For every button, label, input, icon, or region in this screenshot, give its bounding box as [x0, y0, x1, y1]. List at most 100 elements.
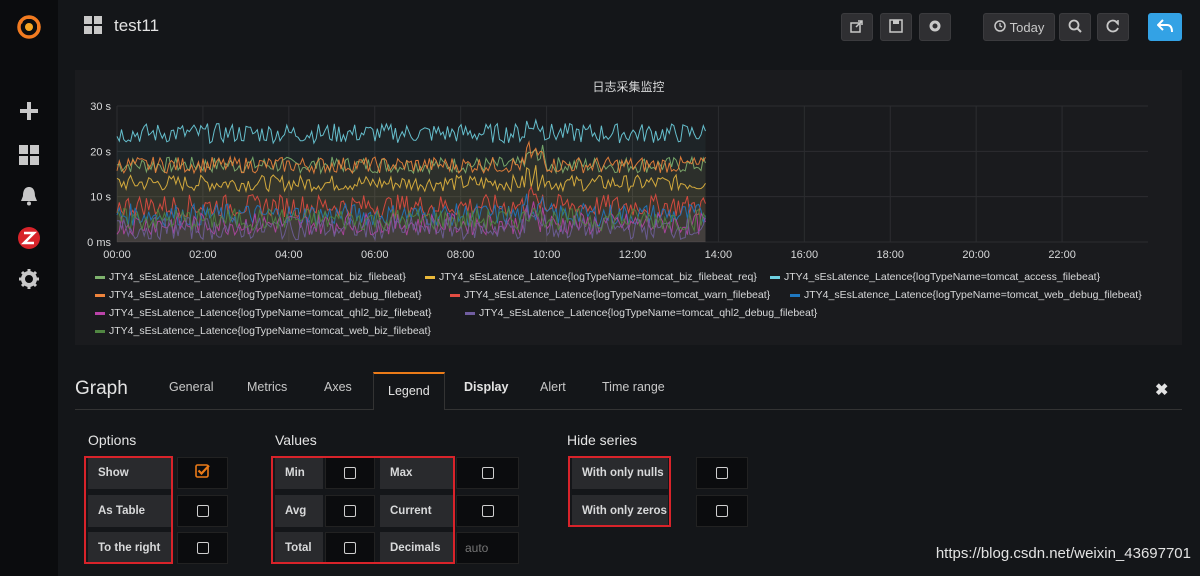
tab-alert[interactable]: Alert	[540, 380, 566, 394]
to-the-right-checkbox[interactable]	[177, 532, 228, 564]
tab-time-range[interactable]: Time range	[602, 380, 665, 394]
sidebar	[0, 0, 58, 576]
save-icon	[889, 18, 903, 36]
share-icon	[850, 19, 864, 36]
legend-item[interactable]: JTY4_sEsLatence_Latence{logTypeName=tomc…	[790, 286, 1142, 304]
zoom-out-button[interactable]	[1059, 13, 1091, 41]
with-only-zeros-checkbox[interactable]	[696, 495, 748, 527]
legend-swatch	[790, 293, 800, 297]
tabs-divider	[75, 409, 1182, 410]
checked-icon	[194, 463, 211, 484]
legend-label: JTY4_sEsLatence_Latence{logTypeName=tomc…	[109, 307, 432, 319]
top-bar: test11 Today	[58, 0, 1200, 52]
legend-item[interactable]: JTY4_sEsLatence_Latence{logTypeName=tomc…	[425, 268, 757, 286]
hide-series-heading: Hide series	[567, 432, 638, 448]
avg-checkbox[interactable]	[325, 495, 375, 527]
max-label: Max	[380, 457, 454, 489]
with-only-zeros-label: With only zeros	[572, 495, 668, 527]
legend-label: JTY4_sEsLatence_Latence{logTypeName=tomc…	[109, 325, 431, 337]
decimals-input[interactable]	[456, 532, 519, 564]
refresh-icon	[1106, 19, 1120, 36]
editor-title: Graph	[75, 378, 128, 399]
to-the-right-label: To the right	[88, 532, 171, 564]
as-table-label: As Table	[88, 495, 171, 527]
dashboard-grid-icon[interactable]	[84, 16, 103, 40]
total-label: Total	[275, 532, 323, 564]
with-only-nulls-checkbox[interactable]	[696, 457, 748, 489]
time-range-label: Today	[1009, 19, 1045, 35]
save-button[interactable]	[880, 13, 912, 41]
panel-editor: Graph General Metrics Axes Legend Displa…	[58, 352, 1200, 576]
x-tick-label: 12:00	[619, 249, 647, 261]
x-tick-label: 22:00	[1048, 249, 1076, 261]
refresh-button[interactable]	[1097, 13, 1129, 41]
values-heading: Values	[275, 432, 317, 448]
legend-swatch	[95, 293, 105, 297]
min-checkbox[interactable]	[325, 457, 375, 489]
legend-label: JTY4_sEsLatence_Latence{logTypeName=tomc…	[784, 271, 1101, 283]
zabbix-icon[interactable]	[0, 224, 58, 252]
current-checkbox[interactable]	[456, 495, 519, 527]
x-tick-label: 00:00	[103, 249, 131, 261]
tab-axes[interactable]: Axes	[324, 380, 352, 394]
graph-panel: 日志采集监控 0 ms 10 s 20 s 30 s 00:00 02:00 04:00 06…	[75, 70, 1182, 345]
legend-item[interactable]: JTY4_sEsLatence_Latence{logTypeName=tomc…	[770, 268, 1100, 286]
back-button[interactable]	[1148, 13, 1182, 41]
gear-icon[interactable]	[0, 266, 58, 292]
legend-swatch	[770, 275, 780, 279]
legend-item[interactable]: JTY4_sEsLatence_Latence{logTypeName=tomc…	[465, 304, 817, 322]
legend-item[interactable]: JTY4_sEsLatence_Latence{logTypeName=tomc…	[95, 304, 432, 322]
x-tick-label: 08:00	[447, 249, 475, 261]
legend-swatch	[425, 275, 435, 279]
undo-arrow-icon	[1156, 18, 1173, 36]
line-chart[interactable]: 0 ms 10 s 20 s 30 s 00:00 02:00 04:00 06:00 08:0…	[75, 70, 1182, 265]
legend-item[interactable]: JTY4_sEsLatence_Latence{logTypeName=tomc…	[95, 286, 422, 304]
legend-label: JTY4_sEsLatence_Latence{logTypeName=tomc…	[804, 289, 1142, 301]
legend-item[interactable]: JTY4_sEsLatence_Latence{logTypeName=tomc…	[95, 322, 431, 340]
legend-swatch	[95, 275, 105, 279]
min-label: Min	[275, 457, 323, 489]
bell-icon[interactable]	[0, 183, 58, 209]
tab-display[interactable]: Display	[464, 380, 508, 394]
settings-button[interactable]	[919, 13, 951, 41]
dashboard-title[interactable]: test11	[114, 16, 159, 36]
watermark-text: https://blog.csdn.net/weixin_43697701	[935, 545, 1191, 562]
x-tick-label: 06:00	[361, 249, 389, 261]
legend-label: JTY4_sEsLatence_Latence{logTypeName=tomc…	[464, 289, 771, 301]
tab-general[interactable]: General	[169, 380, 213, 394]
x-tick-label: 18:00	[876, 249, 904, 261]
decimals-label: Decimals	[380, 532, 454, 564]
legend-swatch	[465, 311, 475, 315]
legend-swatch	[95, 311, 105, 315]
show-label: Show	[88, 457, 171, 489]
as-table-checkbox[interactable]	[177, 495, 228, 527]
x-tick-label: 20:00	[962, 249, 990, 261]
x-tick-label: 10:00	[533, 249, 561, 261]
tab-legend[interactable]: Legend	[373, 372, 445, 410]
dashboards-icon[interactable]	[0, 142, 58, 168]
x-tick-label: 02:00	[189, 249, 217, 261]
y-tick-label: 20 s	[90, 146, 111, 158]
with-only-nulls-label: With only nulls	[572, 457, 668, 489]
show-checkbox[interactable]	[177, 457, 228, 489]
share-button[interactable]	[841, 13, 873, 41]
grafana-logo[interactable]	[0, 10, 58, 44]
plus-icon[interactable]	[0, 98, 58, 124]
legend-item[interactable]: JTY4_sEsLatence_Latence{logTypeName=tomc…	[95, 268, 406, 286]
legend-item[interactable]: JTY4_sEsLatence_Latence{logTypeName=tomc…	[450, 286, 770, 304]
legend-label: JTY4_sEsLatence_Latence{logTypeName=tomc…	[479, 307, 818, 319]
legend-label: JTY4_sEsLatence_Latence{logTypeName=tomc…	[109, 271, 406, 283]
y-tick-label: 0 ms	[87, 237, 111, 249]
options-heading: Options	[88, 432, 137, 448]
current-label: Current	[380, 495, 454, 527]
time-picker-button[interactable]: Today	[983, 13, 1055, 41]
total-checkbox[interactable]	[325, 532, 375, 564]
y-tick-label: 10 s	[90, 192, 111, 204]
max-checkbox[interactable]	[456, 457, 519, 489]
legend-swatch	[95, 329, 105, 333]
tab-metrics[interactable]: Metrics	[247, 380, 287, 394]
legend-label: JTY4_sEsLatence_Latence{logTypeName=tomc…	[109, 289, 422, 301]
x-tick-label: 14:00	[705, 249, 733, 261]
close-icon[interactable]: ✖	[1155, 380, 1168, 400]
y-tick-label: 30 s	[90, 101, 111, 113]
